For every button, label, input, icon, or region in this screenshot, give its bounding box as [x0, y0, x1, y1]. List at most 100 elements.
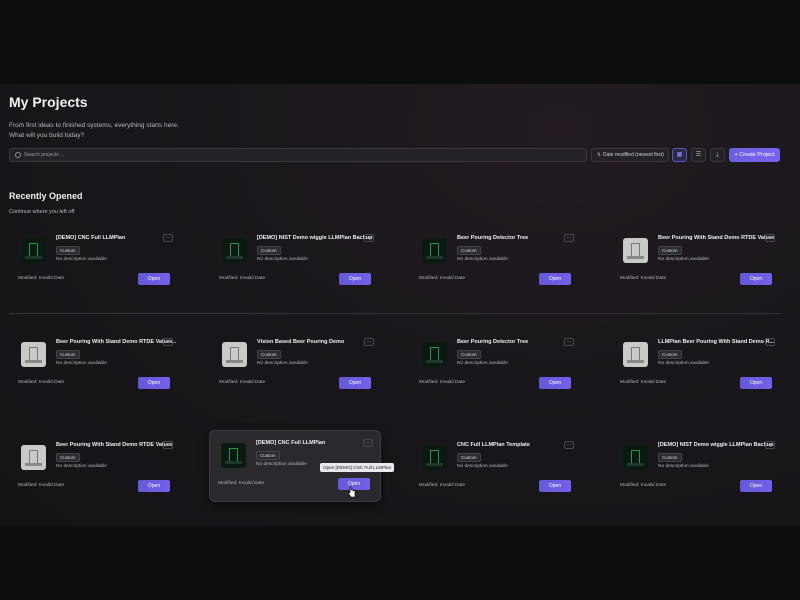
- project-card[interactable]: Vision Based Beer Pouring Demo … Custom …: [219, 338, 379, 395]
- project-description: No description available: [658, 361, 709, 366]
- open-button[interactable]: Open: [740, 273, 772, 285]
- robot-base: [226, 256, 243, 259]
- project-badge: Custom: [256, 451, 280, 460]
- robot-base: [225, 461, 242, 464]
- project-thumbnail: [422, 445, 447, 470]
- project-description: No description available: [56, 257, 107, 262]
- more-options-button[interactable]: …: [765, 441, 775, 449]
- more-options-button[interactable]: …: [163, 234, 173, 242]
- robot-base: [426, 463, 443, 466]
- project-title: [DEMO] NIST Demo wiggle LLMPlan Backup: [257, 235, 373, 241]
- project-description: No description available: [457, 464, 508, 469]
- project-title: Vision Based Beer Pouring Demo: [257, 339, 345, 345]
- project-modified: Modified: Invalid Date: [18, 276, 65, 281]
- robot-base: [627, 463, 644, 466]
- more-horizontal-icon: …: [366, 338, 372, 344]
- open-button[interactable]: Open: [539, 273, 571, 285]
- more-options-button[interactable]: …: [163, 441, 173, 449]
- project-card[interactable]: CNC Full LLMPlan Template … Custom No de…: [419, 441, 579, 498]
- robot-base: [25, 256, 42, 259]
- open-button[interactable]: Open: [740, 480, 772, 492]
- project-card[interactable]: [DEMO] CNC Full LLMPlan … Custom No desc…: [18, 234, 178, 291]
- page-subtitle-line1: From first ideas to finished systems, ev…: [9, 122, 179, 129]
- open-tooltip: Open [DEMO] CNC Full LLMPlan: [320, 463, 395, 472]
- more-options-button[interactable]: …: [765, 234, 775, 242]
- more-options-button[interactable]: …: [364, 338, 374, 346]
- robot-base: [426, 360, 443, 363]
- more-options-button[interactable]: …: [163, 338, 173, 346]
- open-button[interactable]: Open: [339, 377, 371, 389]
- project-card[interactable]: [DEMO] NIST Demo wiggle LLMPlan Backup ……: [620, 441, 780, 498]
- robot-shape: [430, 347, 439, 361]
- open-button[interactable]: Open: [138, 273, 170, 285]
- more-horizontal-icon: …: [566, 234, 572, 240]
- robot-base: [226, 360, 243, 363]
- project-card[interactable]: LLMPlan Beer Pouring With Stand Demo R..…: [620, 338, 780, 395]
- project-card[interactable]: [DEMO] NIST Demo wiggle LLMPlan Backup ……: [219, 234, 379, 291]
- search-input[interactable]: [24, 149, 574, 161]
- open-button[interactable]: Open: [539, 377, 571, 389]
- robot-shape: [631, 347, 640, 361]
- open-button[interactable]: Open: [138, 377, 170, 389]
- sort-dropdown[interactable]: ⇅ Date modified (newest first): [591, 148, 669, 162]
- grid-view-button[interactable]: ▦: [672, 148, 687, 162]
- project-card[interactable]: Beer Pouring Detector Tree … Custom No d…: [419, 338, 579, 395]
- robot-base: [627, 360, 644, 363]
- project-card[interactable]: Beer Pouring With Stand Demo RTDE Values…: [18, 441, 178, 498]
- project-modified: Modified: Invalid Date: [219, 380, 266, 385]
- open-button[interactable]: Open: [740, 377, 772, 389]
- project-description: No description available: [457, 257, 508, 262]
- project-thumbnail: [222, 342, 247, 367]
- more-horizontal-icon: …: [566, 441, 572, 447]
- more-horizontal-icon: …: [767, 338, 773, 344]
- more-options-button[interactable]: …: [765, 338, 775, 346]
- create-project-button[interactable]: + Create Project: [729, 148, 780, 162]
- page-subtitle-line2: What will you build today?: [9, 132, 85, 139]
- project-card[interactable]: Beer Pouring With Stand Demo RTDE Values…: [18, 338, 178, 395]
- list-view-button[interactable]: ☰: [691, 148, 706, 162]
- more-options-button[interactable]: …: [564, 441, 574, 449]
- project-description: No description available: [658, 464, 709, 469]
- project-badge: Custom: [658, 350, 682, 359]
- project-description: No description available: [658, 257, 709, 262]
- section-divider: [9, 313, 780, 314]
- project-card[interactable]: Beer Pouring Detector Tree … Custom No d…: [419, 234, 579, 291]
- project-badge: Custom: [56, 350, 80, 359]
- project-badge: Custom: [257, 350, 281, 359]
- import-button[interactable]: ⤓: [710, 148, 725, 162]
- more-options-button[interactable]: …: [564, 234, 574, 242]
- project-badge: Custom: [56, 453, 80, 462]
- project-description: No description available: [257, 361, 308, 366]
- project-thumbnail: [623, 238, 648, 263]
- open-button[interactable]: Open: [138, 480, 170, 492]
- project-card[interactable]: Beer Pouring With Stand Demo RTDE Values…: [620, 234, 780, 291]
- more-horizontal-icon: …: [365, 439, 371, 445]
- project-badge: Custom: [457, 453, 481, 462]
- more-horizontal-icon: …: [165, 441, 171, 447]
- project-thumbnail: [21, 342, 46, 367]
- robot-shape: [230, 347, 239, 361]
- project-title: Beer Pouring Detector Tree: [457, 235, 529, 241]
- more-horizontal-icon: …: [767, 441, 773, 447]
- project-thumbnail: [422, 342, 447, 367]
- open-button[interactable]: Open: [539, 480, 571, 492]
- more-options-button[interactable]: …: [363, 439, 373, 447]
- project-thumbnail: [422, 238, 447, 263]
- search-box[interactable]: [9, 148, 587, 162]
- open-button[interactable]: Open: [339, 273, 371, 285]
- project-modified: Modified: Invalid Date: [219, 276, 266, 281]
- more-horizontal-icon: …: [366, 234, 372, 240]
- robot-shape: [631, 450, 640, 464]
- project-badge: Custom: [257, 246, 281, 255]
- recent-section-title: Recently Opened: [9, 191, 83, 201]
- more-options-button[interactable]: …: [564, 338, 574, 346]
- sort-label: Date modified (newest first): [603, 152, 664, 158]
- robot-shape: [29, 347, 38, 361]
- project-badge: Custom: [56, 246, 80, 255]
- robot-shape: [230, 243, 239, 257]
- project-description: No description available: [457, 361, 508, 366]
- project-description: No description available: [256, 462, 307, 467]
- project-modified: Modified: Invalid Date: [620, 276, 667, 281]
- more-options-button[interactable]: …: [364, 234, 374, 242]
- page-title: My Projects: [9, 94, 88, 110]
